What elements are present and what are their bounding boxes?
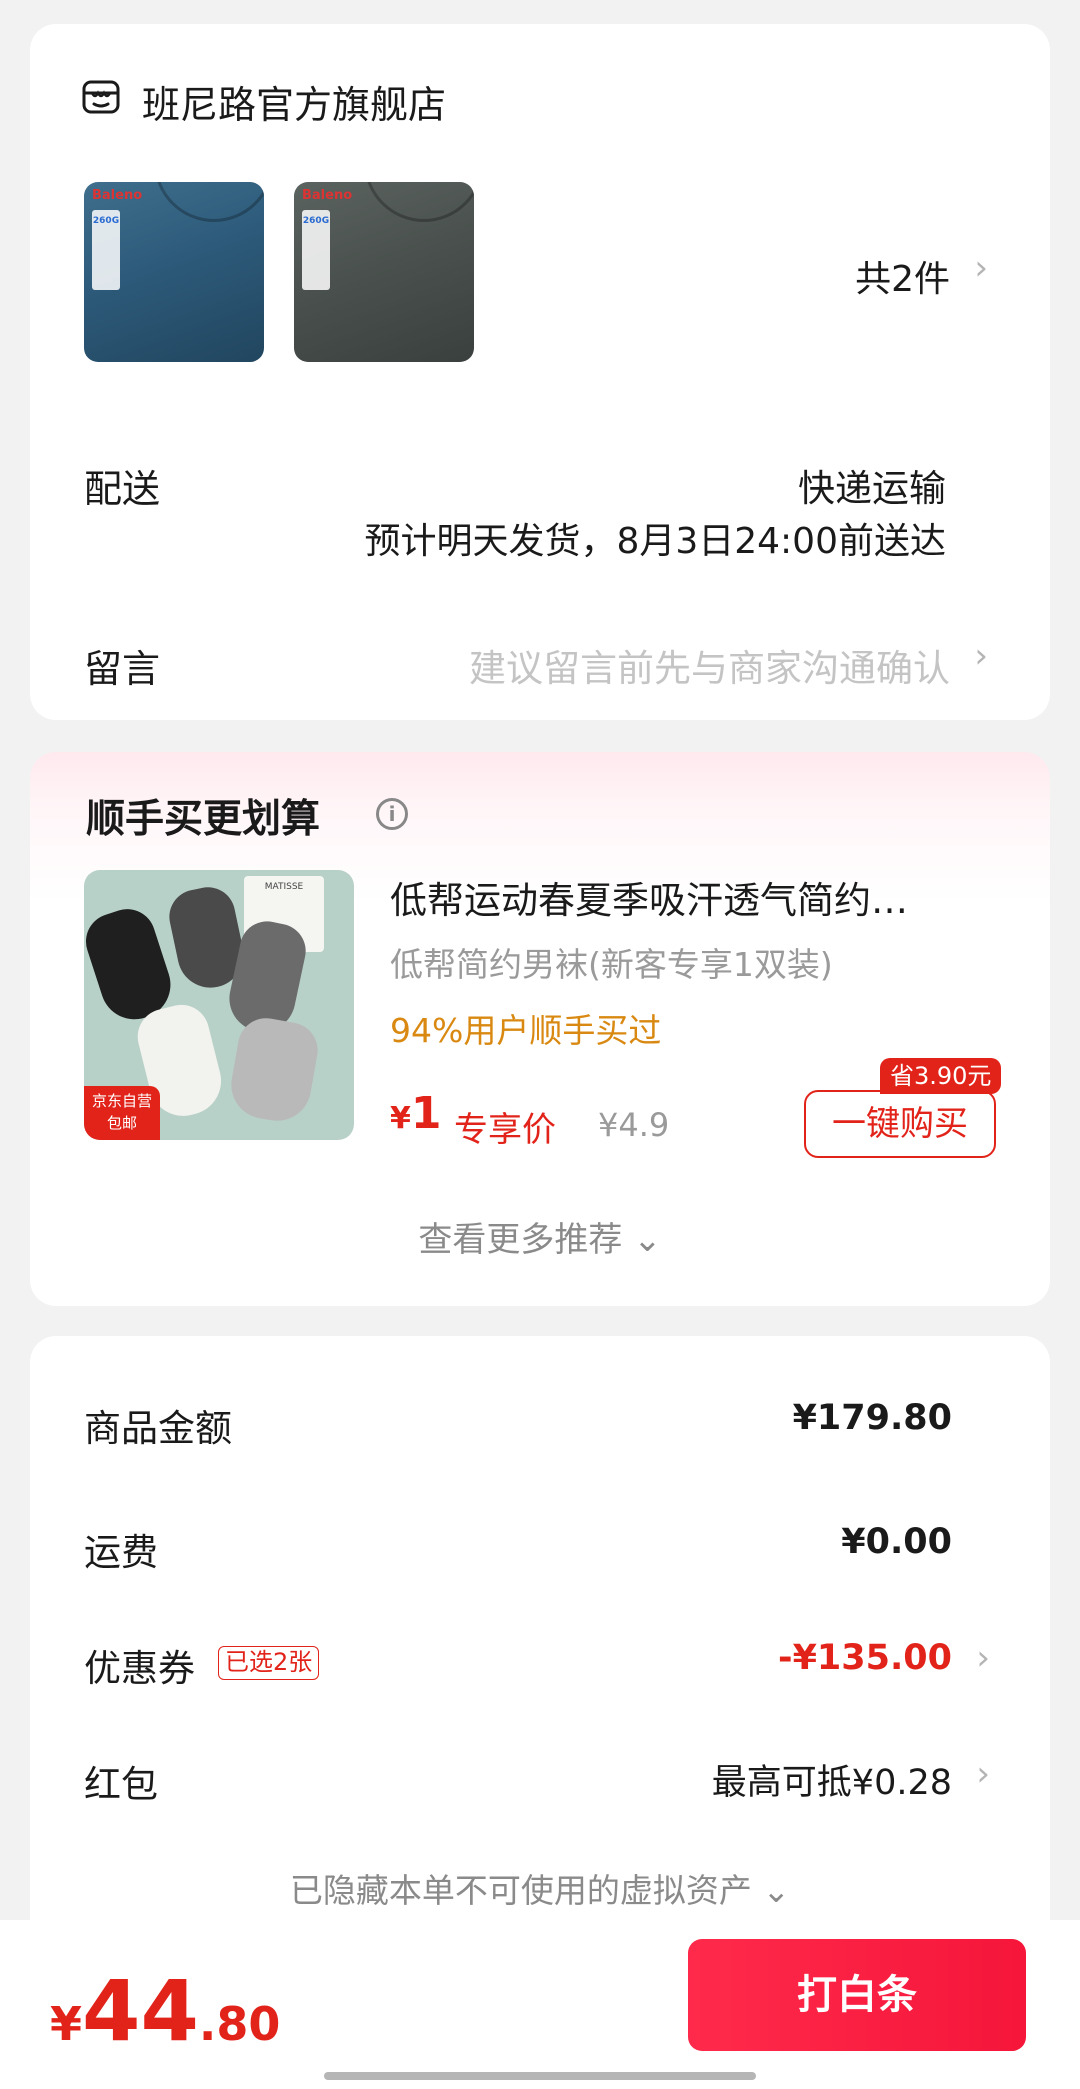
jd-tag-line2: 包邮 (106, 1114, 137, 1132)
total-currency: ¥ (50, 1997, 83, 2051)
price-value: 1 (410, 1088, 442, 1139)
thumb-spec-card: 260G (302, 210, 330, 290)
home-indicator[interactable] (324, 2072, 756, 2080)
chevron-right-icon[interactable]: › (976, 1754, 990, 1794)
chevron-right-icon[interactable]: › (976, 1638, 990, 1678)
product-thumbnail[interactable]: Baleno 260G (294, 182, 474, 362)
recommend-card: 顺手买更划算 i MATISSE 京东自营 包邮 低帮运动春夏季吸汗透气简约… … (30, 752, 1050, 1306)
goods-amount-value: ¥179.80 (792, 1398, 952, 1438)
store-name[interactable]: 班尼路官方旗舰店 (142, 74, 446, 129)
redpacket-label: 红包 (84, 1763, 158, 1806)
shipping-label: 运费 (84, 1531, 158, 1574)
delivery-eta: 预计明天发货，8月3日24:00前送达 (364, 521, 946, 562)
recommend-product-stat: 94%用户顺手买过 (390, 1011, 662, 1050)
recommend-title: 顺手买更划算 (86, 797, 321, 842)
coupon-value[interactable]: -¥135.00 (778, 1638, 952, 1678)
coupon-selected-tag: 已选2张 (218, 1646, 320, 1680)
recommend-product-name[interactable]: 低帮运动春夏季吸汗透气简约… (390, 870, 1010, 924)
shipping-value: ¥0.00 (841, 1522, 952, 1562)
total-integer: 44 (82, 1962, 199, 2060)
price-currency: ¥ (390, 1101, 411, 1136)
note-label: 留言 (84, 647, 161, 691)
order-summary-card: 商品金额 ¥179.80 运费 ¥0.00 优惠券 已选2张 -¥135.00 … (30, 1336, 1050, 1936)
tshirt-collar (364, 182, 474, 222)
one-click-buy-button[interactable]: 一键购买 (804, 1090, 996, 1158)
note-input[interactable]: 建议留言前先与商家沟通确认 (469, 638, 950, 692)
total-decimal: .80 (198, 1997, 281, 2051)
item-count[interactable]: 共2件 (855, 250, 950, 302)
jd-tag-line1: 京东自营 (91, 1092, 152, 1110)
tshirt-collar (154, 182, 264, 222)
jd-self-operated-tag: 京东自营 包邮 (84, 1086, 160, 1140)
pay-baitiao-button[interactable]: 打白条 (688, 1939, 1026, 2051)
thumb-brand: Baleno (92, 188, 143, 203)
chevron-right-icon[interactable]: › (974, 636, 988, 676)
price-label: 专享价 (454, 1110, 556, 1150)
hidden-assets-toggle[interactable]: 已隐藏本单不可使用的虚拟资产 ⌄ (30, 1864, 1050, 1912)
thumb-spec-card: 260G (92, 210, 120, 290)
package-card-text: MATISSE (264, 882, 304, 892)
store-icon (82, 80, 120, 114)
store-card: 班尼路官方旗舰店 Baleno 260G Baleno 260G 共2件 › 配… (30, 24, 1050, 720)
checkout-bar: ¥44.80 打白条 (0, 1920, 1080, 2089)
product-thumbnail[interactable]: Baleno 260G (84, 182, 264, 362)
thumb-spec: 260G (302, 216, 330, 226)
original-price: ¥4.9 (598, 1106, 670, 1144)
info-icon[interactable]: i (376, 798, 408, 830)
thumb-brand: Baleno (302, 188, 353, 203)
sock-image (225, 1013, 323, 1127)
chevron-right-icon[interactable]: › (974, 248, 988, 288)
thumb-spec: 260G (92, 216, 120, 226)
delivery-method[interactable]: 快递运输 (798, 458, 946, 512)
more-recommendations-toggle[interactable]: 查看更多推荐 ⌄ (30, 1212, 1050, 1261)
order-total: ¥44.80 (50, 1962, 280, 2060)
recommend-product-subtitle: 低帮简约男袜(新客专享1双装) (390, 945, 833, 984)
goods-amount-label: 商品金额 (84, 1407, 232, 1450)
delivery-label: 配送 (84, 467, 161, 511)
recommend-price: ¥1 (390, 1088, 442, 1139)
redpacket-value[interactable]: 最高可抵¥0.28 (712, 1754, 952, 1805)
recommend-product-image[interactable]: MATISSE 京东自营 包邮 (84, 870, 354, 1140)
coupon-label: 优惠券 (84, 1647, 195, 1690)
save-badge: 省3.90元 (880, 1058, 1002, 1094)
